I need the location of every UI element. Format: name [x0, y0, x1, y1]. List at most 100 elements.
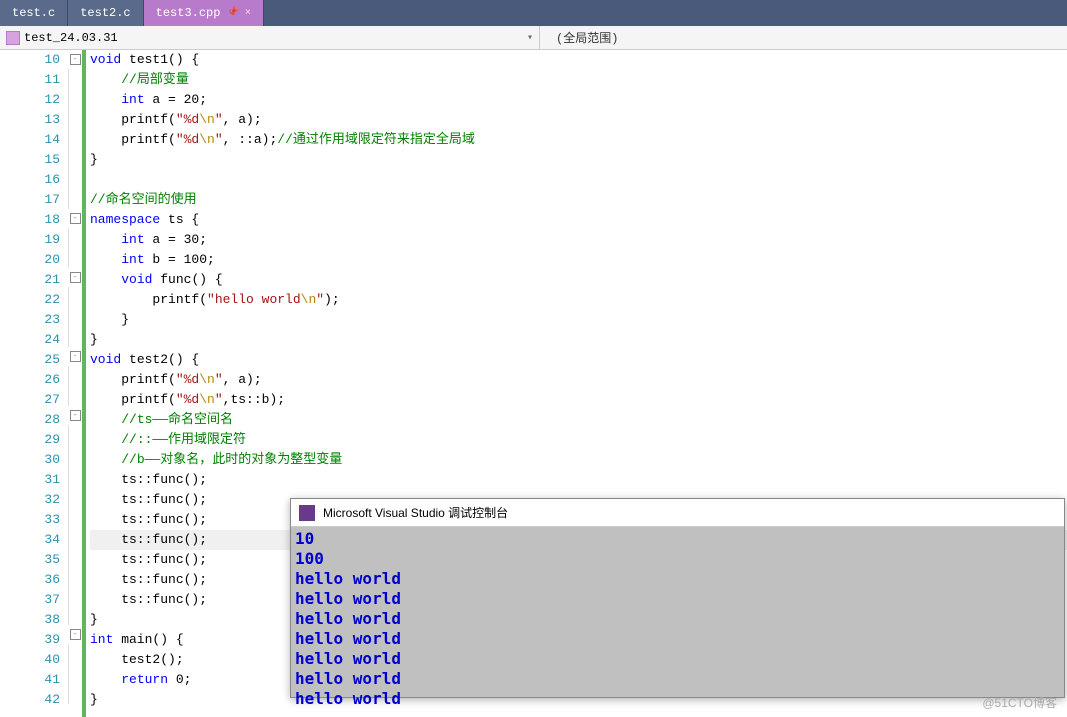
- tab-test2-c[interactable]: test2.c: [68, 0, 143, 26]
- fold-spacer: [68, 644, 82, 664]
- fold-toggle[interactable]: -: [70, 272, 81, 283]
- code-line[interactable]: int b = 100;: [90, 250, 1067, 270]
- console-titlebar[interactable]: Microsoft Visual Studio 调试控制台: [291, 499, 1064, 527]
- code-line[interactable]: //ts——命名空间名: [90, 410, 1067, 430]
- line-number: 18: [0, 210, 60, 230]
- code-line[interactable]: int a = 20;: [90, 90, 1067, 110]
- line-number: 20: [0, 250, 60, 270]
- fold-toggle[interactable]: -: [70, 54, 81, 65]
- fold-spacer: [68, 69, 82, 89]
- line-number: 13: [0, 110, 60, 130]
- fold-spacer: [68, 248, 82, 268]
- console-line: hello world: [295, 689, 1060, 709]
- code-line[interactable]: namespace ts {: [90, 210, 1067, 230]
- breadcrumb-bar: test_24.03.31 ▾ (全局范围): [0, 26, 1067, 50]
- line-number: 15: [0, 150, 60, 170]
- line-number: 33: [0, 510, 60, 530]
- fold-spacer: [68, 525, 82, 545]
- fold-spacer: [68, 545, 82, 565]
- vs-icon: [299, 505, 315, 521]
- pin-icon[interactable]: 📌: [226, 7, 238, 19]
- fold-spacer: [68, 445, 82, 465]
- tab-test-c[interactable]: test.c: [0, 0, 68, 26]
- code-line[interactable]: printf("%d\n", a);: [90, 110, 1067, 130]
- code-line[interactable]: printf("hello world\n");: [90, 290, 1067, 310]
- code-line[interactable]: printf("%d\n",ts::b);: [90, 390, 1067, 410]
- line-number: 32: [0, 490, 60, 510]
- console-line: hello world: [295, 669, 1060, 689]
- fold-spacer: [68, 109, 82, 129]
- console-line: 10: [295, 529, 1060, 549]
- line-number: 35: [0, 550, 60, 570]
- line-number: 37: [0, 590, 60, 610]
- scope-selector-left[interactable]: test_24.03.31 ▾: [0, 26, 540, 49]
- code-line[interactable]: int a = 30;: [90, 230, 1067, 250]
- project-name: test_24.03.31: [24, 31, 118, 45]
- code-line[interactable]: printf("%d\n", a);: [90, 370, 1067, 390]
- console-line: hello world: [295, 569, 1060, 589]
- project-icon: [6, 31, 20, 45]
- line-number: 17: [0, 190, 60, 210]
- code-line[interactable]: //局部变量: [90, 70, 1067, 90]
- code-line[interactable]: void test2() {: [90, 350, 1067, 370]
- line-number: 39: [0, 630, 60, 650]
- console-output: 10100hello worldhello worldhello worldhe…: [291, 527, 1064, 711]
- debug-console-window[interactable]: Microsoft Visual Studio 调试控制台 10100hello…: [290, 498, 1065, 698]
- console-line: hello world: [295, 609, 1060, 629]
- code-line[interactable]: }: [90, 150, 1067, 170]
- tab-test3-cpp[interactable]: test3.cpp 📌 ×: [144, 0, 264, 26]
- watermark: @51CTO博客: [982, 694, 1057, 711]
- code-line[interactable]: void test1() {: [90, 50, 1067, 70]
- fold-spacer: [68, 327, 82, 347]
- console-line: hello world: [295, 589, 1060, 609]
- fold-toggle[interactable]: -: [70, 410, 81, 421]
- fold-spacer: [68, 605, 82, 625]
- code-line[interactable]: //b——对象名，此时的对象为整型变量: [90, 450, 1067, 470]
- fold-spacer: [68, 485, 82, 505]
- code-line[interactable]: [90, 170, 1067, 190]
- line-number: 11: [0, 70, 60, 90]
- line-number: 14: [0, 130, 60, 150]
- line-number: 28: [0, 410, 60, 430]
- fold-toggle[interactable]: -: [70, 351, 81, 362]
- fold-spacer: [68, 505, 82, 525]
- code-line[interactable]: printf("%d\n", ::a);//通过作用域限定符来指定全局域: [90, 130, 1067, 150]
- fold-spacer: [68, 307, 82, 327]
- line-number: 19: [0, 230, 60, 250]
- code-line[interactable]: ts::func();: [90, 470, 1067, 490]
- line-number: 21: [0, 270, 60, 290]
- fold-spacer: [68, 228, 82, 248]
- tab-bar: test.c test2.c test3.cpp 📌 ×: [0, 0, 1067, 26]
- line-number: 10: [0, 50, 60, 70]
- fold-toggle[interactable]: -: [70, 213, 81, 224]
- fold-spacer: [68, 149, 82, 169]
- fold-spacer: [68, 169, 82, 189]
- scope-selector-right[interactable]: (全局范围): [540, 26, 1067, 49]
- line-number: 40: [0, 650, 60, 670]
- line-number: 24: [0, 330, 60, 350]
- line-number: 42: [0, 690, 60, 710]
- code-line[interactable]: }: [90, 330, 1067, 350]
- line-number: 31: [0, 470, 60, 490]
- line-number: 12: [0, 90, 60, 110]
- console-line: hello world: [295, 629, 1060, 649]
- code-line[interactable]: void func() {: [90, 270, 1067, 290]
- fold-spacer: [68, 366, 82, 386]
- console-title-text: Microsoft Visual Studio 调试控制台: [323, 504, 508, 521]
- line-number: 22: [0, 290, 60, 310]
- chevron-down-icon: ▾: [527, 32, 533, 44]
- line-number-gutter: 1011121314151617181920212223242526272829…: [0, 50, 68, 717]
- line-number: 23: [0, 310, 60, 330]
- close-icon[interactable]: ×: [245, 8, 251, 19]
- fold-toggle[interactable]: -: [70, 629, 81, 640]
- fold-spacer: [68, 684, 82, 704]
- console-line: hello world: [295, 649, 1060, 669]
- line-number: 38: [0, 610, 60, 630]
- code-line[interactable]: }: [90, 310, 1067, 330]
- fold-spacer: [68, 585, 82, 605]
- code-line[interactable]: //::——作用域限定符: [90, 430, 1067, 450]
- line-number: 29: [0, 430, 60, 450]
- line-number: 26: [0, 370, 60, 390]
- fold-spacer: [68, 664, 82, 684]
- code-line[interactable]: //命名空间的使用: [90, 190, 1067, 210]
